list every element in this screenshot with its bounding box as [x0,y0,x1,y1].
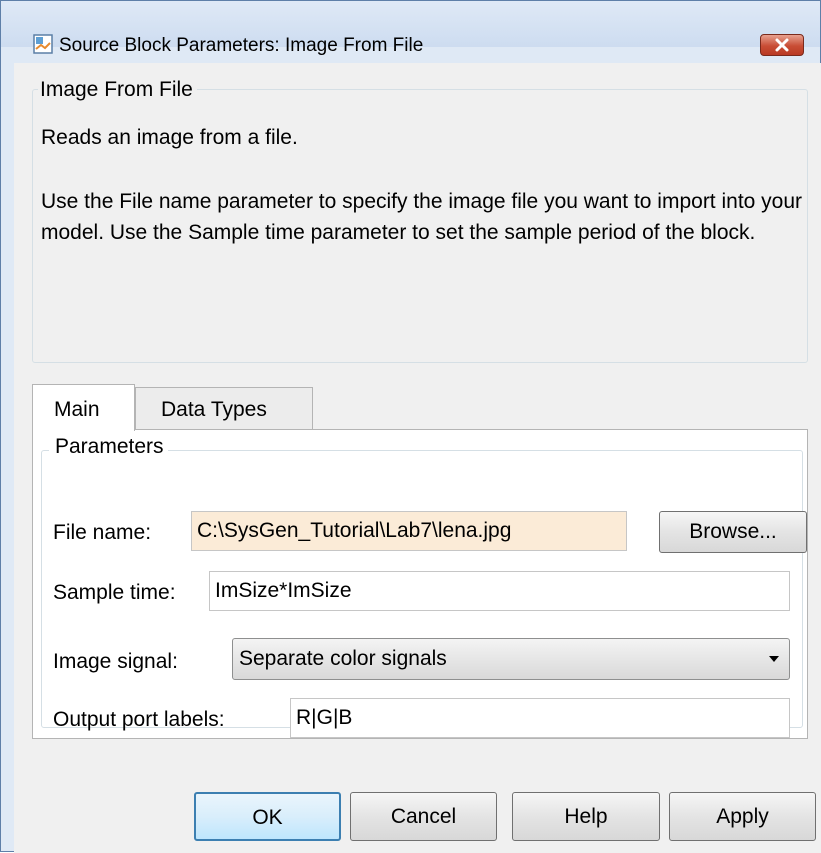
image-signal-value: Separate color signals [239,647,447,670]
file-name-label: File name: [53,521,152,544]
ok-button[interactable]: OK [194,792,341,841]
description-text: Reads an image from a file. Use the File… [41,122,811,248]
chevron-down-icon [769,656,779,662]
description-paragraph: Use the File name parameter to specify t… [41,190,803,244]
description-group-title: Image From File [38,77,197,103]
description-line: Reads an image from a file. [41,126,298,149]
apply-button[interactable]: Apply [669,792,816,841]
output-port-labels-label: Output port labels: [53,708,225,731]
image-signal-label: Image signal: [53,650,178,673]
tab-data-types[interactable]: Data Types [135,387,313,429]
sample-time-field[interactable]: ImSize*ImSize [209,571,790,611]
output-port-labels-field[interactable]: R|G|B [290,698,790,738]
close-icon [775,38,789,52]
title-bar[interactable]: Source Block Parameters: Image From File [1,1,820,56]
cancel-button[interactable]: Cancel [350,792,497,841]
main-tab-panel: Parameters File name: C:\SysGen_Tutorial… [32,429,808,739]
file-name-field[interactable]: C:\SysGen_Tutorial\Lab7\lena.jpg [191,511,627,551]
close-button[interactable] [760,34,804,56]
window-title: Source Block Parameters: Image From File [59,35,424,56]
sample-time-label: Sample time: [53,581,176,604]
image-signal-select[interactable]: Separate color signals [232,638,790,680]
parameters-group-title: Parameters [49,435,168,459]
dialog-window: Source Block Parameters: Image From File… [0,0,821,853]
dialog-client-area: Image From File Reads an image from a fi… [14,63,821,853]
tab-main[interactable]: Main [32,384,135,431]
browse-button[interactable]: Browse... [659,511,807,553]
help-button[interactable]: Help [512,792,660,841]
simulink-block-icon [33,34,53,54]
